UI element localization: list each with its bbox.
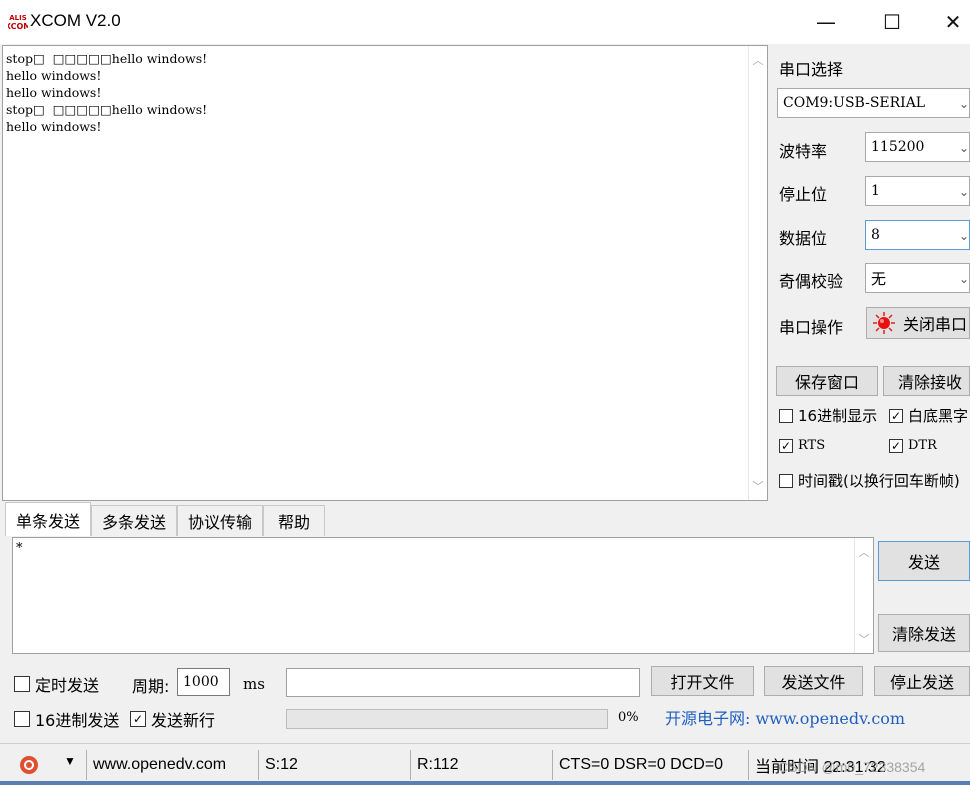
close-button[interactable]: ✕: [925, 0, 970, 44]
parity-select[interactable]: 无 ⌄: [865, 263, 970, 293]
send-text: *: [16, 541, 23, 556]
checkbox-box[interactable]: [779, 473, 793, 488]
file-path-input[interactable]: [286, 668, 640, 697]
checkbox-box[interactable]: [14, 676, 30, 692]
hex-display-checkbox[interactable]: 16进制显示: [779, 405, 877, 426]
databits-label: 数据位: [779, 229, 828, 248]
scroll-down-icon[interactable]: ﹀: [855, 631, 873, 647]
settings-gear-icon[interactable]: [18, 754, 40, 776]
receive-textarea[interactable]: stop□ □□□□□hello windows! hello windows!…: [2, 45, 768, 501]
hex-send-checkbox[interactable]: 16进制发送: [14, 707, 119, 731]
white-bg-checkbox[interactable]: ✓ 白底黑字: [889, 405, 970, 426]
chevron-down-icon: ⌄: [958, 229, 969, 243]
send-progress-bar: [286, 709, 608, 729]
hex-send-label: 16进制发送: [35, 711, 120, 730]
chevron-down-icon: ⌄: [958, 97, 969, 111]
rts-checkbox[interactable]: ✓ RTS: [779, 438, 825, 453]
port-label: 串口选择: [779, 60, 844, 79]
port-status-led-icon: [873, 312, 895, 334]
white-bg-label: 白底黑字: [908, 407, 969, 425]
stopbits-label: 停止位: [779, 185, 828, 204]
progress-text: 0%: [618, 710, 639, 725]
send-mode-tabs: 单条发送 多条发送 协议传输 帮助: [5, 502, 335, 537]
check-icon[interactable]: ✓: [130, 711, 146, 727]
scroll-down-icon[interactable]: ﹀: [749, 478, 767, 494]
send-file-button[interactable]: 发送文件: [764, 666, 863, 696]
period-label: 周期:: [132, 677, 170, 696]
scroll-up-icon[interactable]: ︿: [855, 544, 873, 560]
minimize-button[interactable]: —: [798, 0, 854, 44]
send-button[interactable]: 发送: [878, 541, 970, 581]
xcom-logo-icon: ALIS XCOM: [5, 12, 31, 31]
baud-select[interactable]: 115200 ⌄: [865, 132, 970, 162]
status-url[interactable]: www.openedv.com: [86, 750, 265, 780]
timed-send-checkbox[interactable]: 定时发送: [14, 672, 99, 696]
port-op-label: 串口操作: [779, 318, 844, 337]
send-textarea[interactable]: * ︿ ﹀: [12, 537, 874, 654]
clear-send-button[interactable]: 清除发送: [878, 614, 970, 652]
checkbox-box[interactable]: [14, 711, 30, 727]
tab-help[interactable]: 帮助: [263, 505, 325, 536]
chevron-down-icon: ⌄: [958, 185, 969, 199]
maximize-button[interactable]: ☐: [864, 0, 920, 44]
status-received-count: R:112: [410, 750, 559, 780]
receive-text: stop□ □□□□□hello windows! hello windows!…: [6, 51, 208, 134]
parity-label: 奇偶校验: [779, 272, 844, 291]
period-unit: ms: [243, 675, 265, 693]
tab-multi-send[interactable]: 多条发送: [91, 505, 177, 536]
open-file-button[interactable]: 打开文件: [651, 666, 754, 696]
databits-value: 8: [871, 227, 880, 243]
window-title: XCOM V2.0: [30, 11, 121, 30]
status-bar: ▼ www.openedv.com S:12 R:112 CTS=0 DSR=0…: [0, 743, 970, 785]
svg-text:XCOM: XCOM: [8, 22, 28, 30]
period-input[interactable]: 1000: [177, 668, 230, 696]
timestamp-label: 时间戳(以换行回车断帧): [798, 472, 960, 490]
parity-value: 无: [871, 269, 887, 288]
status-modem-lines: CTS=0 DSR=0 DCD=0: [552, 750, 755, 780]
status-sent-count: S:12: [258, 750, 417, 780]
window-bottom-border: [0, 781, 970, 785]
rts-label: RTS: [798, 438, 826, 453]
check-icon[interactable]: ✓: [779, 438, 793, 453]
timestamp-checkbox[interactable]: 时间戳(以换行回车断帧): [779, 470, 970, 491]
dtr-label: DTR: [908, 438, 937, 453]
dtr-checkbox[interactable]: ✓ DTR: [889, 438, 937, 453]
tab-single-send[interactable]: 单条发送: [5, 502, 91, 536]
dropdown-arrow-icon[interactable]: ▼: [64, 754, 76, 768]
stop-send-button[interactable]: 停止发送: [874, 666, 970, 696]
hex-display-label: 16进制显示: [798, 407, 878, 425]
close-port-button[interactable]: 关闭串口: [866, 307, 970, 339]
baud-label: 波特率: [779, 142, 828, 161]
save-window-button[interactable]: 保存窗口: [776, 366, 878, 396]
watermark: CSDN @m0_72338354: [778, 759, 926, 775]
close-port-label: 关闭串口: [903, 315, 968, 334]
send-scrollbar[interactable]: ︿ ﹀: [854, 538, 873, 653]
timed-send-label: 定时发送: [35, 676, 100, 695]
stopbits-select[interactable]: 1 ⌄: [865, 176, 970, 206]
port-value: COM9:USB-SERIAL: [783, 95, 926, 111]
period-value: 1000: [183, 674, 219, 690]
baud-value: 115200: [871, 139, 925, 155]
receive-scrollbar[interactable]: ︿ ﹀: [748, 46, 767, 500]
clear-receive-button[interactable]: 清除接收: [883, 366, 970, 396]
chevron-down-icon: ⌄: [958, 141, 969, 155]
databits-select[interactable]: 8 ⌄: [865, 220, 970, 250]
stopbits-value: 1: [871, 183, 880, 199]
scroll-up-icon[interactable]: ︿: [749, 52, 767, 68]
check-icon[interactable]: ✓: [889, 408, 903, 423]
promo-link[interactable]: 开源电子网: www.openedv.com: [665, 705, 905, 729]
svg-text:ALIS: ALIS: [9, 14, 27, 22]
check-icon[interactable]: ✓: [889, 438, 903, 453]
port-select[interactable]: COM9:USB-SERIAL ⌄: [777, 88, 970, 118]
checkbox-box[interactable]: [779, 408, 793, 423]
tab-protocol[interactable]: 协议传输: [177, 505, 263, 536]
send-newline-checkbox[interactable]: ✓ 发送新行: [130, 707, 215, 731]
chevron-down-icon: ⌄: [958, 272, 969, 286]
send-newline-label: 发送新行: [151, 711, 216, 730]
